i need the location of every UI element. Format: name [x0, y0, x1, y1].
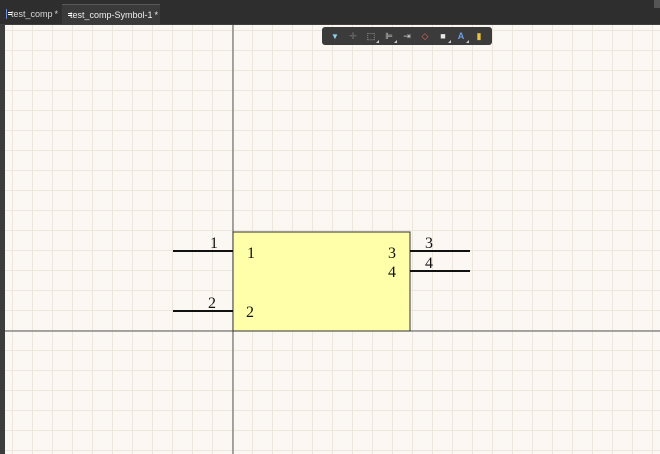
dropdown-indicator-icon — [394, 40, 397, 43]
pin-4-name: 4 — [388, 264, 396, 281]
rectangle-button[interactable]: ■ — [435, 29, 451, 43]
pin-1-number: 1 — [210, 235, 218, 252]
tab-test-comp-symbol-1[interactable]: test_comp-Symbol-1 * — [62, 4, 160, 24]
pin-2-number: 2 — [208, 295, 216, 312]
align-button[interactable]: ⊫ — [381, 29, 397, 43]
component-button[interactable]: ▮ — [471, 29, 487, 43]
rectangle-icon: ■ — [440, 31, 446, 41]
eraser-icon: ◇ — [421, 30, 429, 41]
drawing-toolbar: ▼ ✛ ⬚ ⊫ ⇥ ◇ ■ A ▮ — [322, 27, 492, 45]
pin-4-number: 4 — [425, 255, 433, 272]
component-body[interactable] — [232, 231, 411, 332]
align-icon: ⊫ — [385, 30, 393, 41]
dropdown-indicator-icon — [466, 40, 469, 43]
modified-indicator: * — [154, 9, 159, 20]
pin-2-name: 2 — [246, 304, 254, 321]
editor-tab-bar: test_comp * test_comp-Symbol-1 * — [0, 0, 660, 25]
select-rect-button[interactable]: ⬚ — [363, 29, 379, 43]
pin-3-name: 3 — [388, 245, 396, 262]
text-icon: A — [457, 31, 465, 41]
pin-3-number: 3 — [425, 235, 433, 252]
tab-test-comp[interactable]: test_comp * — [2, 4, 62, 24]
eraser-button[interactable]: ◇ — [417, 29, 433, 43]
symbol-drawing[interactable]: 1 2 3 4 1 2 3 4 — [0, 25, 660, 454]
dropdown-indicator-icon — [376, 40, 379, 43]
tab-label: test_comp — [10, 9, 53, 19]
dropdown-indicator-icon — [448, 40, 451, 43]
component-icon: ▮ — [476, 30, 482, 41]
move-button[interactable]: ✛ — [345, 29, 361, 43]
text-button[interactable]: A — [453, 29, 469, 43]
filter-button[interactable]: ▼ — [327, 29, 343, 43]
window-edge — [654, 0, 660, 8]
pin-icon: ⇥ — [403, 30, 411, 41]
tab-label: test_comp-Symbol-1 — [70, 9, 153, 20]
document-icon — [6, 9, 12, 19]
filter-icon: ▼ — [331, 31, 339, 41]
pin-1-name: 1 — [247, 245, 255, 262]
place-pin-button[interactable]: ⇥ — [399, 29, 415, 43]
modified-indicator: * — [54, 9, 58, 19]
move-icon: ✛ — [349, 30, 357, 41]
select-rect-icon: ⬚ — [366, 30, 376, 41]
